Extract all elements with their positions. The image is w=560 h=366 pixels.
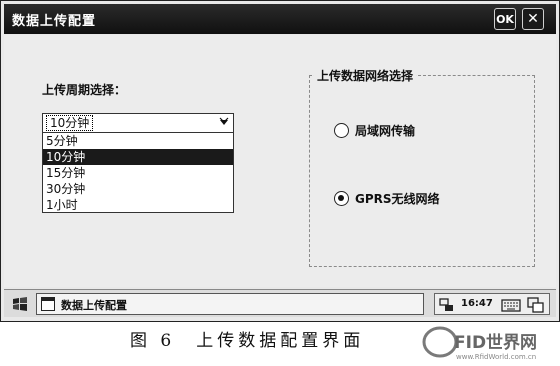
ok-button[interactable]: OK xyxy=(494,8,516,30)
period-option-15min[interactable]: 15分钟 xyxy=(43,165,233,181)
keyboard-icon[interactable] xyxy=(501,297,521,313)
network-icon[interactable] xyxy=(439,297,455,313)
close-button[interactable]: ✕ xyxy=(522,8,544,30)
network-group-title: 上传数据网络选择 xyxy=(314,67,417,84)
client-area: 上传周期选择： 10分钟 5分钟 10分钟 15分钟 30分钟 1小时 上传数据… xyxy=(4,35,556,287)
window-title: 数据上传配置 xyxy=(12,14,97,29)
period-combobox[interactable]: 10分钟 xyxy=(42,113,234,133)
clock-time[interactable]: 16:47 xyxy=(461,298,493,309)
chevron-down-icon[interactable] xyxy=(217,116,231,130)
close-icon: ✕ xyxy=(527,11,539,27)
period-option-10min[interactable]: 10分钟 xyxy=(43,149,233,165)
desktop-icon[interactable] xyxy=(527,297,545,313)
svg-text:FID世界网: FID世界网 xyxy=(454,333,537,353)
svg-text:www.RfidWorld.com.cn: www.RfidWorld.com.cn xyxy=(456,353,536,361)
taskbar-task-item[interactable]: 数据上传配置 xyxy=(36,293,424,315)
radio-gprs-label: GPRS无线网络 xyxy=(355,191,440,206)
period-option-30min[interactable]: 30分钟 xyxy=(43,181,233,197)
title-bar: 数据上传配置 OK ✕ xyxy=(4,4,556,34)
period-dropdown-list: 5分钟 10分钟 15分钟 30分钟 1小时 xyxy=(42,133,234,213)
period-label: 上传周期选择： xyxy=(42,83,127,97)
period-option-5min[interactable]: 5分钟 xyxy=(43,133,233,149)
taskbar: 数据上传配置 16:47 xyxy=(4,289,556,317)
period-option-1hour[interactable]: 1小时 xyxy=(43,197,233,213)
radio-lan-label: 局域网传输 xyxy=(355,123,416,138)
system-tray: 16:47 xyxy=(434,293,550,315)
rfid-world-watermark-logo: FID世界网 www.RfidWorld.com.cn xyxy=(420,322,558,362)
taskbar-task-label: 数据上传配置 xyxy=(61,299,127,312)
network-group-box xyxy=(309,75,535,267)
figure-caption: 图 6 上传数据配置界面 xyxy=(130,331,365,351)
radio-gprs-button[interactable] xyxy=(334,190,349,206)
radio-gprs[interactable]: GPRS无线网络 xyxy=(334,189,440,207)
period-combo-value: 10分钟 xyxy=(46,115,94,131)
radio-lan-button[interactable] xyxy=(334,122,349,138)
app-window: 数据上传配置 OK ✕ 上传周期选择： 10分钟 5分钟 10分钟 15分钟 3… xyxy=(0,0,560,322)
window-icon xyxy=(41,297,55,311)
windows-flag-icon[interactable] xyxy=(10,295,30,313)
radio-lan[interactable]: 局域网传输 xyxy=(334,121,415,139)
